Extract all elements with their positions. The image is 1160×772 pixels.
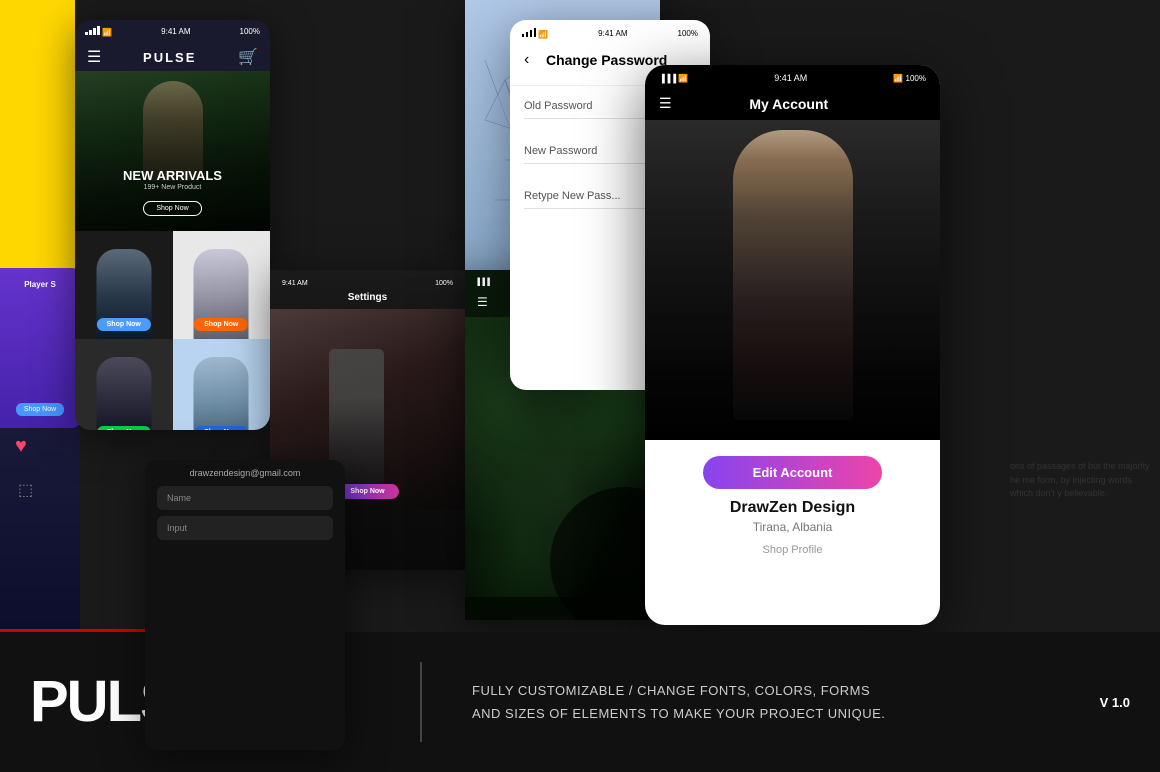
my-account-screen: ▐▐▐ 📶 9:41 AM 📶 100% ☰ My Account Edit A… [645, 65, 940, 625]
discover-menu-icon[interactable]: ☰ [477, 295, 488, 309]
signal-icon [85, 26, 100, 35]
person-silhouette-4 [194, 357, 249, 430]
settings-title: Settings [270, 292, 465, 309]
edit-account-button[interactable]: Edit Account [703, 456, 883, 489]
tagline-line1: FULLY CUSTOMIZABLE / CHANGE FONTS, COLOR… [472, 679, 1070, 702]
profile-other-input[interactable]: Input [157, 516, 333, 540]
pw-time: 9:41 AM [598, 29, 627, 38]
product-cell-1: Shop Now [75, 231, 173, 339]
account-hero-image [645, 120, 940, 440]
product-cell-3: Shop Now [75, 339, 173, 430]
account-person-photo [645, 120, 940, 440]
pulse-battery: 100% [240, 27, 260, 36]
account-location: Tirana, Albania [661, 520, 924, 534]
settings-time: 9:41 AM [282, 280, 308, 287]
back-arrow-icon[interactable]: ‹ [524, 51, 529, 69]
pulse-header: ☰ PULSE 🛒 [75, 43, 270, 71]
hero-text: NEW ARRIVALS 199+ New Product Shop Now [123, 168, 222, 216]
tagline-area: FULLY CUSTOMIZABLE / CHANGE FONTS, COLOR… [472, 679, 1070, 726]
profile-name-input[interactable]: Name [157, 486, 333, 510]
dark-profile-screen: drawzendesign@gmail.com Name Input [145, 460, 345, 750]
pw-signal: 📶 [522, 28, 548, 39]
pulse-screen: 📶 9:41 AM 100% ☰ PULSE 🛒 NEW ARRIVALS 19… [75, 20, 270, 430]
pulse-time: 9:41 AM [161, 27, 190, 36]
tagline-line2: AND SIZES OF ELEMENTS TO MAKE YOUR PROJE… [472, 702, 1070, 725]
product-grid: Shop Now Shop Now Shop Now Shop Now [75, 231, 270, 430]
version-label: V 1.0 [1100, 695, 1130, 710]
pw-battery-text: 100% [678, 29, 698, 38]
settings-shop-btn[interactable]: Shop Now [336, 484, 398, 499]
pw-signal-icon [522, 28, 536, 37]
product-btn-1[interactable]: Shop Now [97, 318, 151, 331]
background-text-right: ons of passages of but the majority he m… [1010, 460, 1150, 501]
bg-text-content: ons of passages of but the majority he m… [1010, 461, 1150, 498]
product-btn-3[interactable]: Shop Now [97, 426, 151, 430]
pulse-status-bar: 📶 9:41 AM 100% [75, 20, 270, 43]
account-content: Edit Account DrawZen Design Tirana, Alba… [645, 440, 940, 572]
account-header: ☰ My Account [645, 91, 940, 120]
hero-shop-btn[interactable]: Shop Now [143, 201, 201, 216]
ma-signal-icon: ▐▐▐ 📶 [659, 74, 688, 83]
hero-title: NEW ARRIVALS [123, 168, 222, 184]
divider [420, 662, 422, 742]
person-silhouette-3 [96, 357, 151, 430]
product-cell-4: Shop Now [173, 339, 271, 430]
product-cell-2: Shop Now [173, 231, 271, 339]
bolt-screen-container: READY [270, 0, 465, 270]
ma-battery-text: 100% [906, 74, 926, 83]
hero-subtitle: 199+ New Product [123, 184, 222, 191]
pulse-status-signal: 📶 [85, 26, 112, 37]
settings-status-bar: 9:41 AM 100% [270, 270, 465, 292]
profile-email: drawzendesign@gmail.com [145, 460, 345, 486]
profile-inputs: Name Input [145, 486, 345, 540]
product-btn-4[interactable]: Shop Now [194, 426, 248, 430]
ma-time: 9:41 AM [774, 73, 807, 83]
account-menu-icon[interactable]: ☰ [659, 95, 672, 112]
account-status-bar: ▐▐▐ 📶 9:41 AM 📶 100% [645, 65, 940, 91]
ma-battery-icon: 📶 100% [893, 74, 926, 83]
settings-battery: 100% [435, 280, 453, 287]
account-name: DrawZen Design [661, 499, 924, 517]
discover-signal: ▐▐▐ [475, 279, 490, 286]
cart-icon[interactable]: 🛒 [238, 47, 258, 67]
product-btn-2[interactable]: Shop Now [194, 318, 248, 331]
pulse-hero: NEW ARRIVALS 199+ New Product Shop Now [75, 71, 270, 231]
menu-icon[interactable]: ☰ [87, 47, 101, 67]
shop-profile-link[interactable]: Shop Profile [661, 544, 924, 556]
pulse-app-name: PULSE [143, 50, 196, 65]
password-status-bar: 📶 9:41 AM 100% [510, 20, 710, 47]
account-title: My Account [749, 96, 828, 112]
